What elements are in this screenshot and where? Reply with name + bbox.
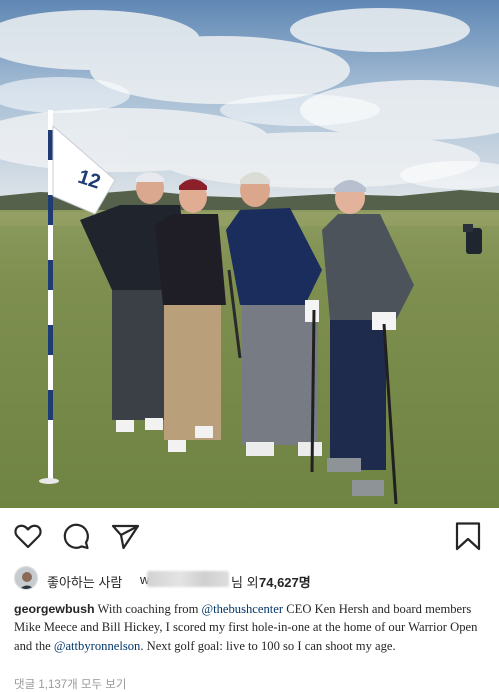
share-button[interactable] — [109, 520, 141, 552]
bookmark-outline-icon — [455, 522, 481, 551]
profile-picture — [15, 567, 37, 589]
golf-course-photo: 12 — [0, 0, 499, 508]
post-action-bar — [0, 508, 499, 564]
heart-outline-icon — [14, 524, 42, 549]
likes-row: 좋아하는 사람 w 님 외 74,627명 — [14, 566, 484, 592]
post-photo[interactable]: 12 — [0, 0, 499, 508]
caption-text-1: With coaching from — [94, 602, 202, 616]
caption-text-3: . Next golf goal: live to 100 so I can s… — [140, 638, 396, 653]
post-caption: georgewbush With coaching from @thebushc… — [14, 600, 488, 655]
golfer-2 — [155, 179, 226, 452]
likes-suffix: 님 외 — [231, 575, 259, 590]
view-all-comments-link[interactable]: 댓글 1,137개 모두 보기 — [14, 676, 126, 692]
golf-club-2 — [310, 309, 316, 473]
liker-avatar[interactable] — [14, 566, 38, 590]
like-button[interactable] — [12, 520, 44, 552]
caption-mention-attbyronnelson[interactable]: @attbyronnelson — [54, 639, 140, 653]
caption-username[interactable]: georgewbush — [14, 602, 95, 616]
instagram-post: 12 좋아하는 사람 w 님 외 74,627명 georgewbush Wit… — [0, 0, 499, 692]
comment-button[interactable] — [60, 520, 92, 552]
likes-prefix: 좋아하는 사람 — [47, 575, 123, 590]
blurred-username — [147, 571, 229, 587]
likes-count[interactable]: 74,627명 — [259, 572, 311, 591]
caption-mention-bushcenter[interactable]: @thebushcenter — [202, 602, 284, 616]
comment-bubble-icon — [63, 523, 89, 550]
paper-plane-share-icon — [111, 524, 140, 550]
save-button[interactable] — [452, 520, 484, 552]
